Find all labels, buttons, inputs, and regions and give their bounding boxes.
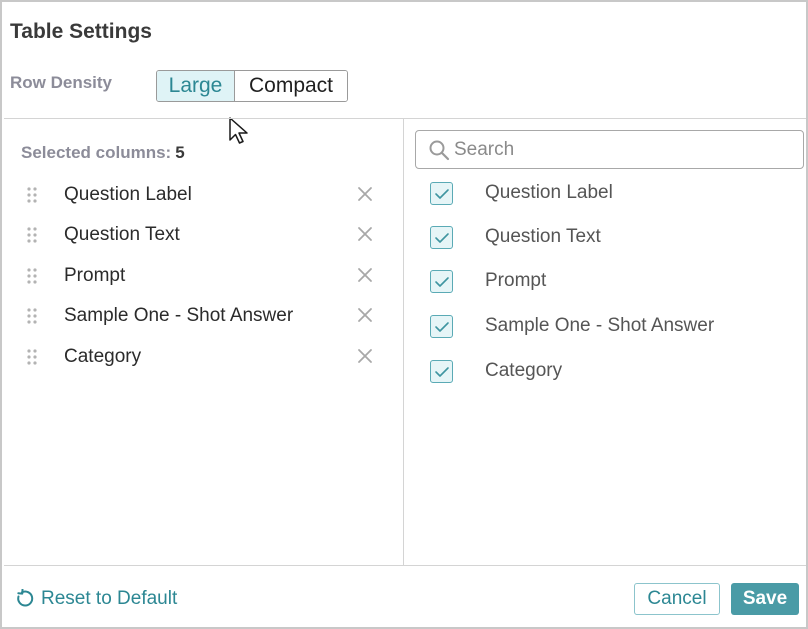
cancel-button[interactable]: Cancel [634, 583, 720, 615]
panels-vertical-divider [403, 119, 404, 565]
reset-to-default-button[interactable]: Reset to Default [14, 586, 177, 612]
search-icon [429, 140, 450, 161]
column-option-label: Question Label [485, 182, 613, 203]
drag-handle-icon[interactable] [26, 268, 38, 284]
selected-column-label: Prompt [64, 265, 126, 286]
column-checkbox[interactable] [430, 315, 453, 338]
column-option[interactable]: Sample One - Shot Answer [430, 312, 790, 342]
column-option[interactable]: Category [430, 357, 790, 387]
column-option-label: Category [485, 360, 563, 381]
column-option-label: Sample One - Shot Answer [485, 315, 715, 336]
column-option[interactable]: Question Label [430, 179, 790, 209]
selected-column-label: Question Label [64, 184, 192, 205]
close-icon[interactable] [356, 347, 374, 365]
close-icon[interactable] [356, 185, 374, 203]
selected-columns-label: Selected columns: [21, 143, 172, 162]
close-icon[interactable] [356, 225, 374, 243]
drag-handle-icon[interactable] [26, 308, 38, 324]
checkmark-icon [435, 367, 449, 377]
density-large-button[interactable]: Large [157, 71, 235, 101]
search-input[interactable] [454, 136, 794, 163]
column-checkbox[interactable] [430, 270, 453, 293]
checkmark-icon [435, 322, 449, 332]
column-checkbox[interactable] [430, 226, 453, 249]
column-checkbox[interactable] [430, 182, 453, 205]
drag-handle-icon[interactable] [26, 187, 38, 203]
selected-column-item[interactable]: Prompt [22, 260, 382, 290]
density-compact-button[interactable]: Compact [235, 71, 347, 101]
panels-top-divider [4, 118, 806, 119]
selected-columns-header: Selected columns: 5 [21, 143, 185, 163]
drag-handle-icon[interactable] [26, 349, 38, 365]
checkmark-icon [435, 277, 449, 287]
selected-column-item[interactable]: Question Label [22, 179, 382, 209]
selected-columns-count: 5 [175, 143, 185, 162]
table-settings-dialog: Table Settings Row Density Large Compact… [0, 0, 808, 629]
reset-to-default-label: Reset to Default [41, 588, 178, 609]
dialog-title: Table Settings [10, 20, 152, 43]
selected-column-label: Category [64, 346, 142, 367]
column-checkbox[interactable] [430, 360, 453, 383]
mouse-cursor-icon [229, 117, 248, 144]
drag-handle-icon[interactable] [26, 227, 38, 243]
checkmark-icon [435, 189, 449, 199]
column-option[interactable]: Question Text [430, 223, 790, 253]
column-option-label: Prompt [485, 270, 547, 291]
selected-column-item[interactable]: Category [22, 341, 382, 371]
selected-column-label: Sample One - Shot Answer [64, 305, 294, 326]
close-icon[interactable] [356, 266, 374, 284]
save-button[interactable]: Save [731, 583, 799, 615]
panels-bottom-divider [4, 565, 806, 566]
reset-icon [17, 589, 34, 607]
selected-column-item[interactable]: Sample One - Shot Answer [22, 300, 382, 330]
column-search-box [415, 130, 804, 169]
selected-column-label: Question Text [64, 224, 180, 245]
row-density-label: Row Density [10, 73, 113, 92]
close-icon[interactable] [356, 306, 374, 324]
column-option[interactable]: Prompt [430, 267, 790, 297]
selected-column-item[interactable]: Question Text [22, 219, 382, 249]
column-option-label: Question Text [485, 226, 601, 247]
checkmark-icon [435, 233, 449, 243]
row-density-toggle: Large Compact [156, 70, 348, 102]
